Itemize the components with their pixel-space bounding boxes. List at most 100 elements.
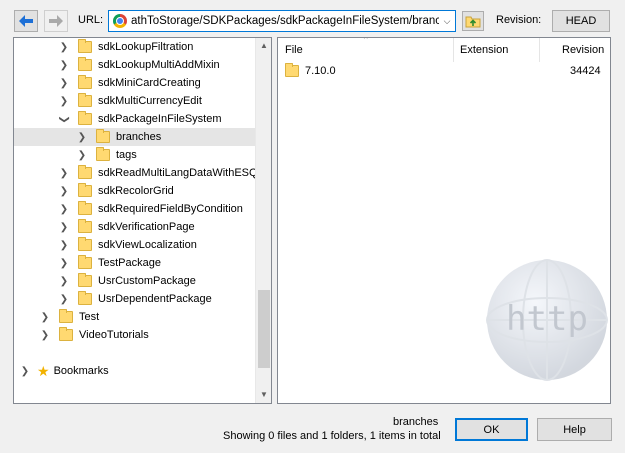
- forward-button[interactable]: [44, 10, 68, 32]
- ok-button[interactable]: OK: [455, 418, 528, 441]
- folder-icon: [78, 165, 92, 179]
- star-icon: ★: [37, 363, 50, 379]
- repository-tree[interactable]: ❯ sdkLookupFiltration ❯ sdkLookupMultiAd…: [13, 37, 272, 404]
- column-header-revision[interactable]: Revision: [540, 38, 610, 62]
- tree-item[interactable]: ❯ sdkPackageInFileSystem: [14, 110, 256, 128]
- tree-item[interactable]: ❯ UsrDependentPackage: [14, 290, 256, 308]
- tree-item[interactable]: ❯ sdkLookupMultiAddMixin: [14, 56, 256, 74]
- back-button[interactable]: [14, 10, 38, 32]
- tree-scrollbar[interactable]: ▲ ▼: [255, 38, 271, 403]
- tree-item-label: sdkLookupFiltration: [98, 41, 194, 53]
- tree-item-label: branches: [116, 131, 162, 143]
- file-list[interactable]: ⌃ File Extension Revision 7.10.0 34424 h…: [277, 37, 611, 404]
- tree-item-label: UsrCustomPackage: [98, 275, 196, 287]
- chevron-right-icon[interactable]: ❯: [58, 258, 70, 269]
- tree-item-label: sdkVerificationPage: [98, 221, 195, 233]
- sort-ascending-icon: ⌃: [362, 37, 370, 45]
- status-summary: Showing 0 files and 1 folders, 1 items i…: [223, 430, 441, 442]
- chevron-down-icon[interactable]: ❯: [59, 113, 70, 125]
- folder-icon: [78, 219, 92, 233]
- chevron-right-icon[interactable]: ❯: [58, 240, 70, 251]
- chevron-right-icon[interactable]: ❯: [39, 312, 51, 323]
- list-item-revision: 34424: [570, 65, 601, 77]
- tree-item[interactable]: ❯ sdkVerificationPage: [14, 218, 256, 236]
- chevron-right-icon[interactable]: ❯: [58, 294, 70, 305]
- chevron-right-icon[interactable]: ❯: [58, 96, 70, 107]
- tree-item-label: sdkLookupMultiAddMixin: [98, 59, 220, 71]
- tree-item-label: UsrDependentPackage: [98, 293, 212, 305]
- chevron-right-icon[interactable]: ❯: [58, 168, 70, 179]
- folder-icon: [78, 93, 92, 107]
- scroll-down-icon[interactable]: ▼: [256, 387, 271, 403]
- help-button[interactable]: Help: [537, 418, 612, 441]
- column-header-file[interactable]: ⌃ File: [278, 38, 454, 62]
- chevron-right-icon[interactable]: ❯: [76, 132, 88, 143]
- arrow-left-icon: [19, 15, 33, 27]
- tree-item[interactable]: ❯ TestPackage: [14, 254, 256, 272]
- folder-icon: [78, 237, 92, 251]
- chevron-down-icon[interactable]: ⌵: [439, 16, 455, 27]
- tree-item-label: Test: [79, 311, 100, 323]
- tree-item[interactable]: ❯ sdkMiniCardCreating: [14, 74, 256, 92]
- list-item-name: 7.10.0: [305, 65, 336, 77]
- folder-icon: [59, 327, 73, 341]
- status-current-name: branches: [393, 416, 439, 428]
- tree-item[interactable]: ❯ sdkReadMultiLangDataWithESQ: [14, 164, 258, 182]
- chevron-right-icon[interactable]: ❯: [58, 78, 70, 89]
- chevron-right-icon[interactable]: ❯: [39, 330, 51, 341]
- http-globe-icon: http: [486, 259, 608, 381]
- chevron-right-icon[interactable]: ❯: [58, 276, 70, 287]
- tree-item-label: sdkMiniCardCreating: [98, 77, 201, 89]
- folder-icon: [78, 183, 92, 197]
- chevron-right-icon[interactable]: ❯: [58, 222, 70, 233]
- folder-icon: [78, 255, 92, 269]
- tree-item-label: sdkRequiredFieldByCondition: [98, 203, 243, 215]
- tree-item[interactable]: ❯ UsrCustomPackage: [14, 272, 256, 290]
- url-input[interactable]: athToStorage/SDKPackages/sdkPackageInFil…: [131, 15, 439, 27]
- folder-icon: [96, 147, 110, 161]
- chevron-right-icon[interactable]: ❯: [58, 42, 70, 53]
- folder-up-icon: [465, 16, 481, 28]
- tree-item[interactable]: ❯ sdkRequiredFieldByCondition: [14, 200, 256, 218]
- chevron-right-icon[interactable]: ❯: [58, 60, 70, 71]
- tree-item-label: VideoTutorials: [79, 329, 149, 341]
- chevron-right-icon[interactable]: ❯: [19, 366, 31, 377]
- chevron-right-icon[interactable]: ❯: [58, 186, 70, 197]
- folder-icon: [59, 309, 73, 323]
- chevron-right-icon[interactable]: ❯: [76, 150, 88, 161]
- folder-icon: [285, 63, 299, 77]
- chevron-right-icon[interactable]: ❯: [58, 204, 70, 215]
- folder-icon: [78, 57, 92, 71]
- tree-item[interactable]: ❯ Test: [14, 308, 256, 326]
- tree-item[interactable]: ❯ sdkLookupFiltration: [14, 38, 256, 56]
- tree-item-label: sdkPackageInFileSystem: [98, 113, 222, 125]
- tree-item-label: sdkReadMultiLangDataWithESQ: [98, 167, 258, 179]
- column-header-extension[interactable]: Extension: [454, 38, 540, 62]
- scroll-up-icon[interactable]: ▲: [256, 38, 271, 54]
- url-label: URL:: [78, 14, 104, 26]
- arrow-right-icon: [49, 15, 63, 27]
- tree-item-label: sdkViewLocalization: [98, 239, 197, 251]
- svg-text:http: http: [506, 299, 588, 339]
- tree-item[interactable]: ❯ sdkMultiCurrencyEdit: [14, 92, 256, 110]
- tree-item[interactable]: ❯ sdkViewLocalization: [14, 236, 256, 254]
- tree-item[interactable]: ❯ tags: [14, 146, 256, 164]
- tree-item-selected[interactable]: ❯ branches: [14, 128, 256, 146]
- scrollbar-thumb[interactable]: [258, 290, 270, 368]
- list-item[interactable]: 7.10.0 34424: [278, 62, 610, 80]
- folder-icon: [78, 39, 92, 53]
- tree-item[interactable]: ❯ VideoTutorials: [14, 326, 256, 344]
- folder-icon: [78, 201, 92, 215]
- tree-item-bookmarks[interactable]: ❯ ★ Bookmarks: [14, 362, 256, 380]
- tree-item-label: sdkMultiCurrencyEdit: [98, 95, 202, 107]
- tree-item-label: tags: [116, 149, 137, 161]
- revision-head-button[interactable]: HEAD: [552, 10, 610, 32]
- tree-item[interactable]: ❯ sdkRecolorGrid: [14, 182, 256, 200]
- revision-label: Revision:: [496, 14, 542, 26]
- url-combobox[interactable]: athToStorage/SDKPackages/sdkPackageInFil…: [108, 10, 456, 32]
- browse-button[interactable]: [462, 11, 484, 31]
- tree-item-label: TestPackage: [98, 257, 161, 269]
- folder-icon: [78, 273, 92, 287]
- chrome-icon: [113, 14, 127, 28]
- folder-icon: [78, 111, 92, 125]
